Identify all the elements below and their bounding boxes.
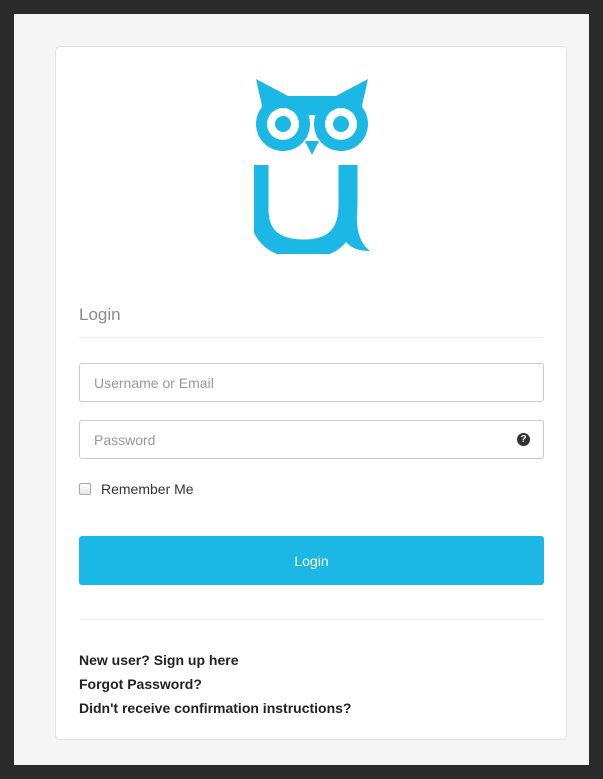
username-input[interactable] <box>80 364 543 401</box>
heading-divider <box>79 337 543 338</box>
username-field-wrapper <box>79 363 544 402</box>
forgot-password-link[interactable]: Forgot Password? <box>79 672 351 696</box>
question-circle-icon[interactable]: ? <box>517 433 530 446</box>
login-card: Login ? Remember Me Login New user? Sign… <box>55 46 567 740</box>
password-field-wrapper: ? <box>79 420 544 459</box>
owl-u-logo-icon <box>254 79 370 254</box>
login-button[interactable]: Login <box>79 536 544 585</box>
remember-me-checkbox[interactable] <box>79 483 91 495</box>
page-background: Login ? Remember Me Login New user? Sign… <box>14 14 589 765</box>
links-divider <box>79 619 543 620</box>
remember-me-row: Remember Me <box>79 481 194 497</box>
auth-links: New user? Sign up here Forgot Password? … <box>79 648 351 720</box>
remember-me-label[interactable]: Remember Me <box>101 481 194 497</box>
login-heading: Login <box>79 305 121 324</box>
password-input[interactable] <box>80 421 543 458</box>
sign-up-link[interactable]: New user? Sign up here <box>79 648 351 672</box>
resend-confirmation-link[interactable]: Didn't receive confirmation instructions… <box>79 696 351 720</box>
